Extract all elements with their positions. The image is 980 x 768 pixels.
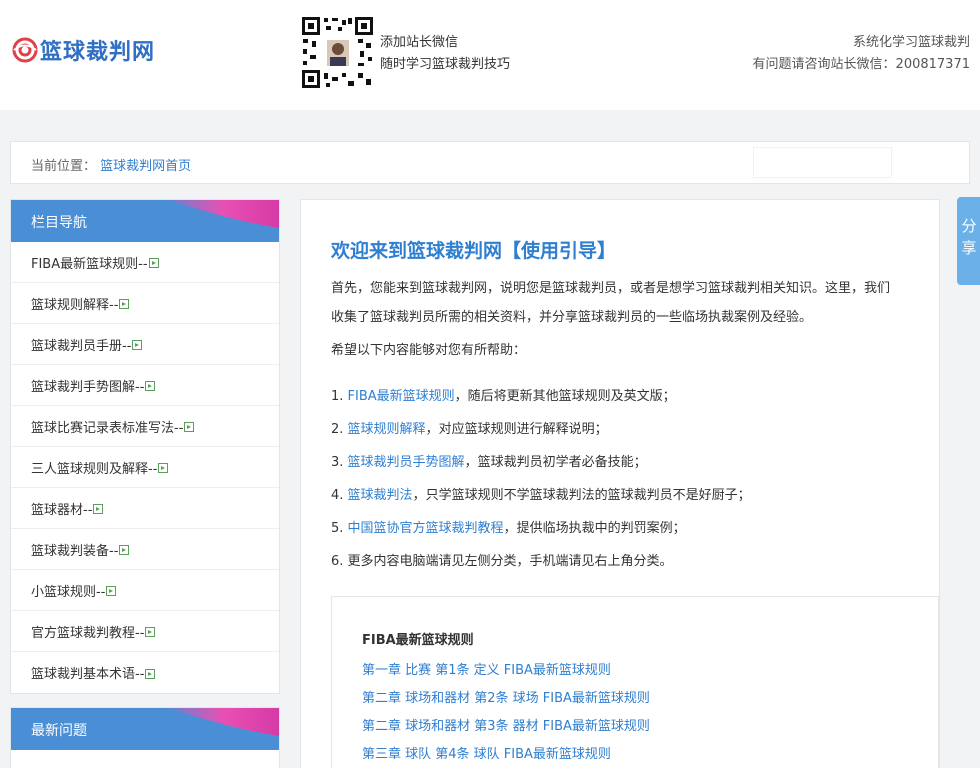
- breadcrumb-home-link[interactable]: 篮球裁判网首页: [100, 159, 191, 174]
- share-label: 分享: [961, 217, 977, 257]
- sidebar-item-label: 篮球裁判手势图解--: [31, 379, 145, 395]
- sidebar-item[interactable]: 官方篮球裁判教程--: [11, 611, 279, 652]
- guide-list-item: 2. 篮球规则解释，对应篮球规则进行解释说明；: [331, 415, 931, 448]
- arrow-right-icon: [119, 545, 130, 555]
- sidebar-item-label: 官方篮球裁判教程--: [31, 625, 145, 641]
- guide-item-text: ，篮球裁判员初学者必备技能；: [464, 455, 647, 470]
- sidebar-item-label: 篮球裁判装备--: [31, 543, 119, 559]
- guide-item-text: 更多内容电脑端请见左侧分类，手机端请见右上角分类。: [347, 554, 673, 569]
- guide-item-link[interactable]: 篮球裁判法: [348, 488, 413, 503]
- guide-list-item: 4. 篮球裁判法，只学篮球规则不学篮球裁判法的篮球裁判员不是好厨子；: [331, 481, 931, 514]
- site-logo[interactable]: 篮球裁判网: [12, 34, 155, 66]
- arrow-right-icon: [106, 586, 117, 596]
- sidebar-item-label: FIBA最新篮球规则--: [31, 256, 148, 272]
- sidebar-item[interactable]: 小篮球规则--: [11, 570, 279, 611]
- header-decoration: [169, 200, 279, 228]
- hope-text: 希望以下内容能够对您有所帮助：: [331, 343, 527, 358]
- breadcrumb-text: 当前位置： 篮球裁判网首页: [31, 155, 191, 174]
- sidebar-item-label: 篮球裁判员手册--: [31, 338, 132, 354]
- sidebar-item-label: 三人篮球规则及解释--: [31, 461, 158, 477]
- fiba-rule-link[interactable]: 第二章 球场和器材 第3条 器材 FIBA最新篮球规则: [362, 713, 650, 741]
- sidebar-item[interactable]: 篮球裁判基本术语--: [11, 652, 279, 693]
- header-decoration: [169, 708, 279, 736]
- qr-caption: 添加站长微信 随时学习篮球裁判技巧: [380, 32, 510, 76]
- category-nav-title: 栏目导航: [31, 215, 87, 231]
- category-nav: 栏目导航 FIBA最新篮球规则-- 篮球规则解释-- 篮球裁判员手册-- 篮球裁判手势…: [10, 199, 280, 694]
- guide-item-number: 1.: [331, 389, 348, 404]
- category-nav-header: 栏目导航: [11, 200, 279, 242]
- arrow-right-icon: [119, 299, 130, 309]
- wechat-qr-code: [300, 15, 375, 90]
- guide-item-link[interactable]: 篮球规则解释: [348, 422, 426, 437]
- guide-item-link[interactable]: 篮球裁判员手势图解: [348, 455, 465, 470]
- sidebar: 栏目导航 FIBA最新篮球规则-- 篮球规则解释-- 篮球裁判员手册-- 篮球裁判手势…: [10, 199, 280, 768]
- qr-caption-line: 添加站长微信: [380, 35, 459, 50]
- guide-item-text: ，对应篮球规则进行解释说明；: [425, 422, 608, 437]
- guide-item-number: 4.: [331, 488, 348, 503]
- arrow-right-icon: [93, 504, 104, 514]
- share-button[interactable]: 分享: [957, 197, 980, 285]
- guide-item-number: 2.: [331, 422, 348, 437]
- fiba-rules-box: FIBA最新篮球规则 第一章 比赛 第1条 定义 FIBA最新篮球规则 第二章 球…: [331, 596, 939, 768]
- site-header: 篮球裁判网 添加站长微信 随时学习篮球裁判技巧 系统化学习篮球裁判 有问题请咨询…: [0, 0, 980, 110]
- guide-item-number: 6.: [331, 554, 348, 569]
- search-box[interactable]: [753, 147, 892, 178]
- guide-item-text: ，只学篮球规则不学篮球裁判法的篮球裁判员不是好厨子；: [412, 488, 751, 503]
- fiba-rule-link[interactable]: 第一章 比赛 第1条 定义 FIBA最新篮球规则: [362, 657, 650, 685]
- fiba-rules-title: FIBA最新篮球规则: [362, 633, 474, 648]
- sidebar-item-label: 篮球比赛记录表标准写法--: [31, 420, 184, 436]
- logo-text: 篮球裁判网: [40, 40, 156, 65]
- guide-list-item: 1. FIBA最新篮球规则，随后将更新其他篮球规则及英文版；: [331, 382, 931, 415]
- guide-list-item: 6. 更多内容电脑端请见左侧分类，手机端请见右上角分类。: [331, 547, 931, 580]
- page-title: 欢迎来到篮球裁判网【使用引导】: [331, 240, 617, 262]
- guide-list-item: 3. 篮球裁判员手势图解，篮球裁判员初学者必备技能；: [331, 448, 931, 481]
- arrow-right-icon: [145, 668, 156, 679]
- guide-list: 1. FIBA最新篮球规则，随后将更新其他篮球规则及英文版； 2. 篮球规则解释，…: [331, 382, 931, 580]
- header-wechat-contact: 有问题请咨询站长微信：200817371: [752, 57, 970, 72]
- main-content: 欢迎来到篮球裁判网【使用引导】 首先，您能来到篮球裁判网，说明您是篮球裁判员，或…: [300, 199, 940, 768]
- guide-item-link[interactable]: 中国篮协官方篮球裁判教程: [348, 521, 504, 536]
- guide-item-text: ，随后将更新其他篮球规则及英文版；: [454, 389, 676, 404]
- arrow-right-icon: [132, 340, 143, 350]
- arrow-right-icon: [145, 627, 156, 637]
- guide-item-number: 5.: [331, 521, 348, 536]
- guide-list-item: 5. 中国篮协官方篮球裁判教程，提供临场执裁中的判罚案例；: [331, 514, 931, 547]
- intro-paragraph: 首先，您能来到篮球裁判网，说明您是篮球裁判员，或者是想学习篮球裁判相关知识。这里…: [331, 274, 941, 332]
- latest-questions-header: 最新问题: [11, 708, 279, 750]
- logo-icon: [12, 37, 38, 63]
- sidebar-item-label: 篮球器材--: [31, 502, 93, 518]
- breadcrumb: 当前位置： 篮球裁判网首页: [10, 141, 970, 184]
- sidebar-item[interactable]: 篮球器材--: [11, 488, 279, 529]
- guide-item-link[interactable]: FIBA最新篮球规则: [348, 389, 455, 404]
- sidebar-item[interactable]: 篮球裁判员手册--: [11, 324, 279, 365]
- breadcrumb-prefix: 当前位置：: [31, 159, 97, 174]
- latest-questions: 最新问题: [10, 707, 280, 768]
- header-slogan: 系统化学习篮球裁判: [852, 35, 970, 50]
- arrow-right-icon: [145, 381, 156, 391]
- sidebar-item-label: 小篮球规则--: [31, 584, 106, 600]
- sidebar-item-label: 篮球规则解释--: [31, 297, 119, 313]
- sidebar-item[interactable]: 篮球裁判装备--: [11, 529, 279, 570]
- arrow-right-icon: [158, 463, 169, 473]
- fiba-rule-link[interactable]: 第二章 球场和器材 第2条 球场 FIBA最新篮球规则: [362, 685, 650, 713]
- intro-line: 收集了篮球裁判员所需的相关资料，并分享篮球裁判员的一些临场执裁案例及经验。: [331, 310, 813, 325]
- qr-caption-line: 随时学习篮球裁判技巧: [380, 57, 511, 72]
- arrow-right-icon: [148, 258, 159, 268]
- sidebar-item[interactable]: 篮球裁判手势图解--: [11, 365, 279, 406]
- sidebar-item[interactable]: 篮球比赛记录表标准写法--: [11, 406, 279, 447]
- sidebar-item[interactable]: 三人篮球规则及解释--: [11, 447, 279, 488]
- fiba-rule-link[interactable]: 第三章 球队 第4条 球队 FIBA最新篮球规则: [362, 741, 650, 768]
- header-contact: 系统化学习篮球裁判 有问题请咨询站长微信：200817371: [753, 32, 970, 76]
- arrow-right-icon: [184, 422, 195, 432]
- sidebar-item-label: 篮球裁判基本术语--: [31, 667, 145, 682]
- sidebar-item[interactable]: FIBA最新篮球规则--: [11, 242, 279, 283]
- guide-item-number: 3.: [331, 455, 348, 470]
- intro-line: 首先，您能来到篮球裁判网，说明您是篮球裁判员，或者是想学习篮球裁判相关知识。这里…: [331, 281, 891, 296]
- latest-questions-title: 最新问题: [31, 723, 87, 739]
- guide-item-text: ，提供临场执裁中的判罚案例；: [503, 521, 686, 536]
- fiba-rules-links: 第一章 比赛 第1条 定义 FIBA最新篮球规则 第二章 球场和器材 第2条 球场…: [362, 657, 650, 768]
- sidebar-item[interactable]: 篮球规则解释--: [11, 283, 279, 324]
